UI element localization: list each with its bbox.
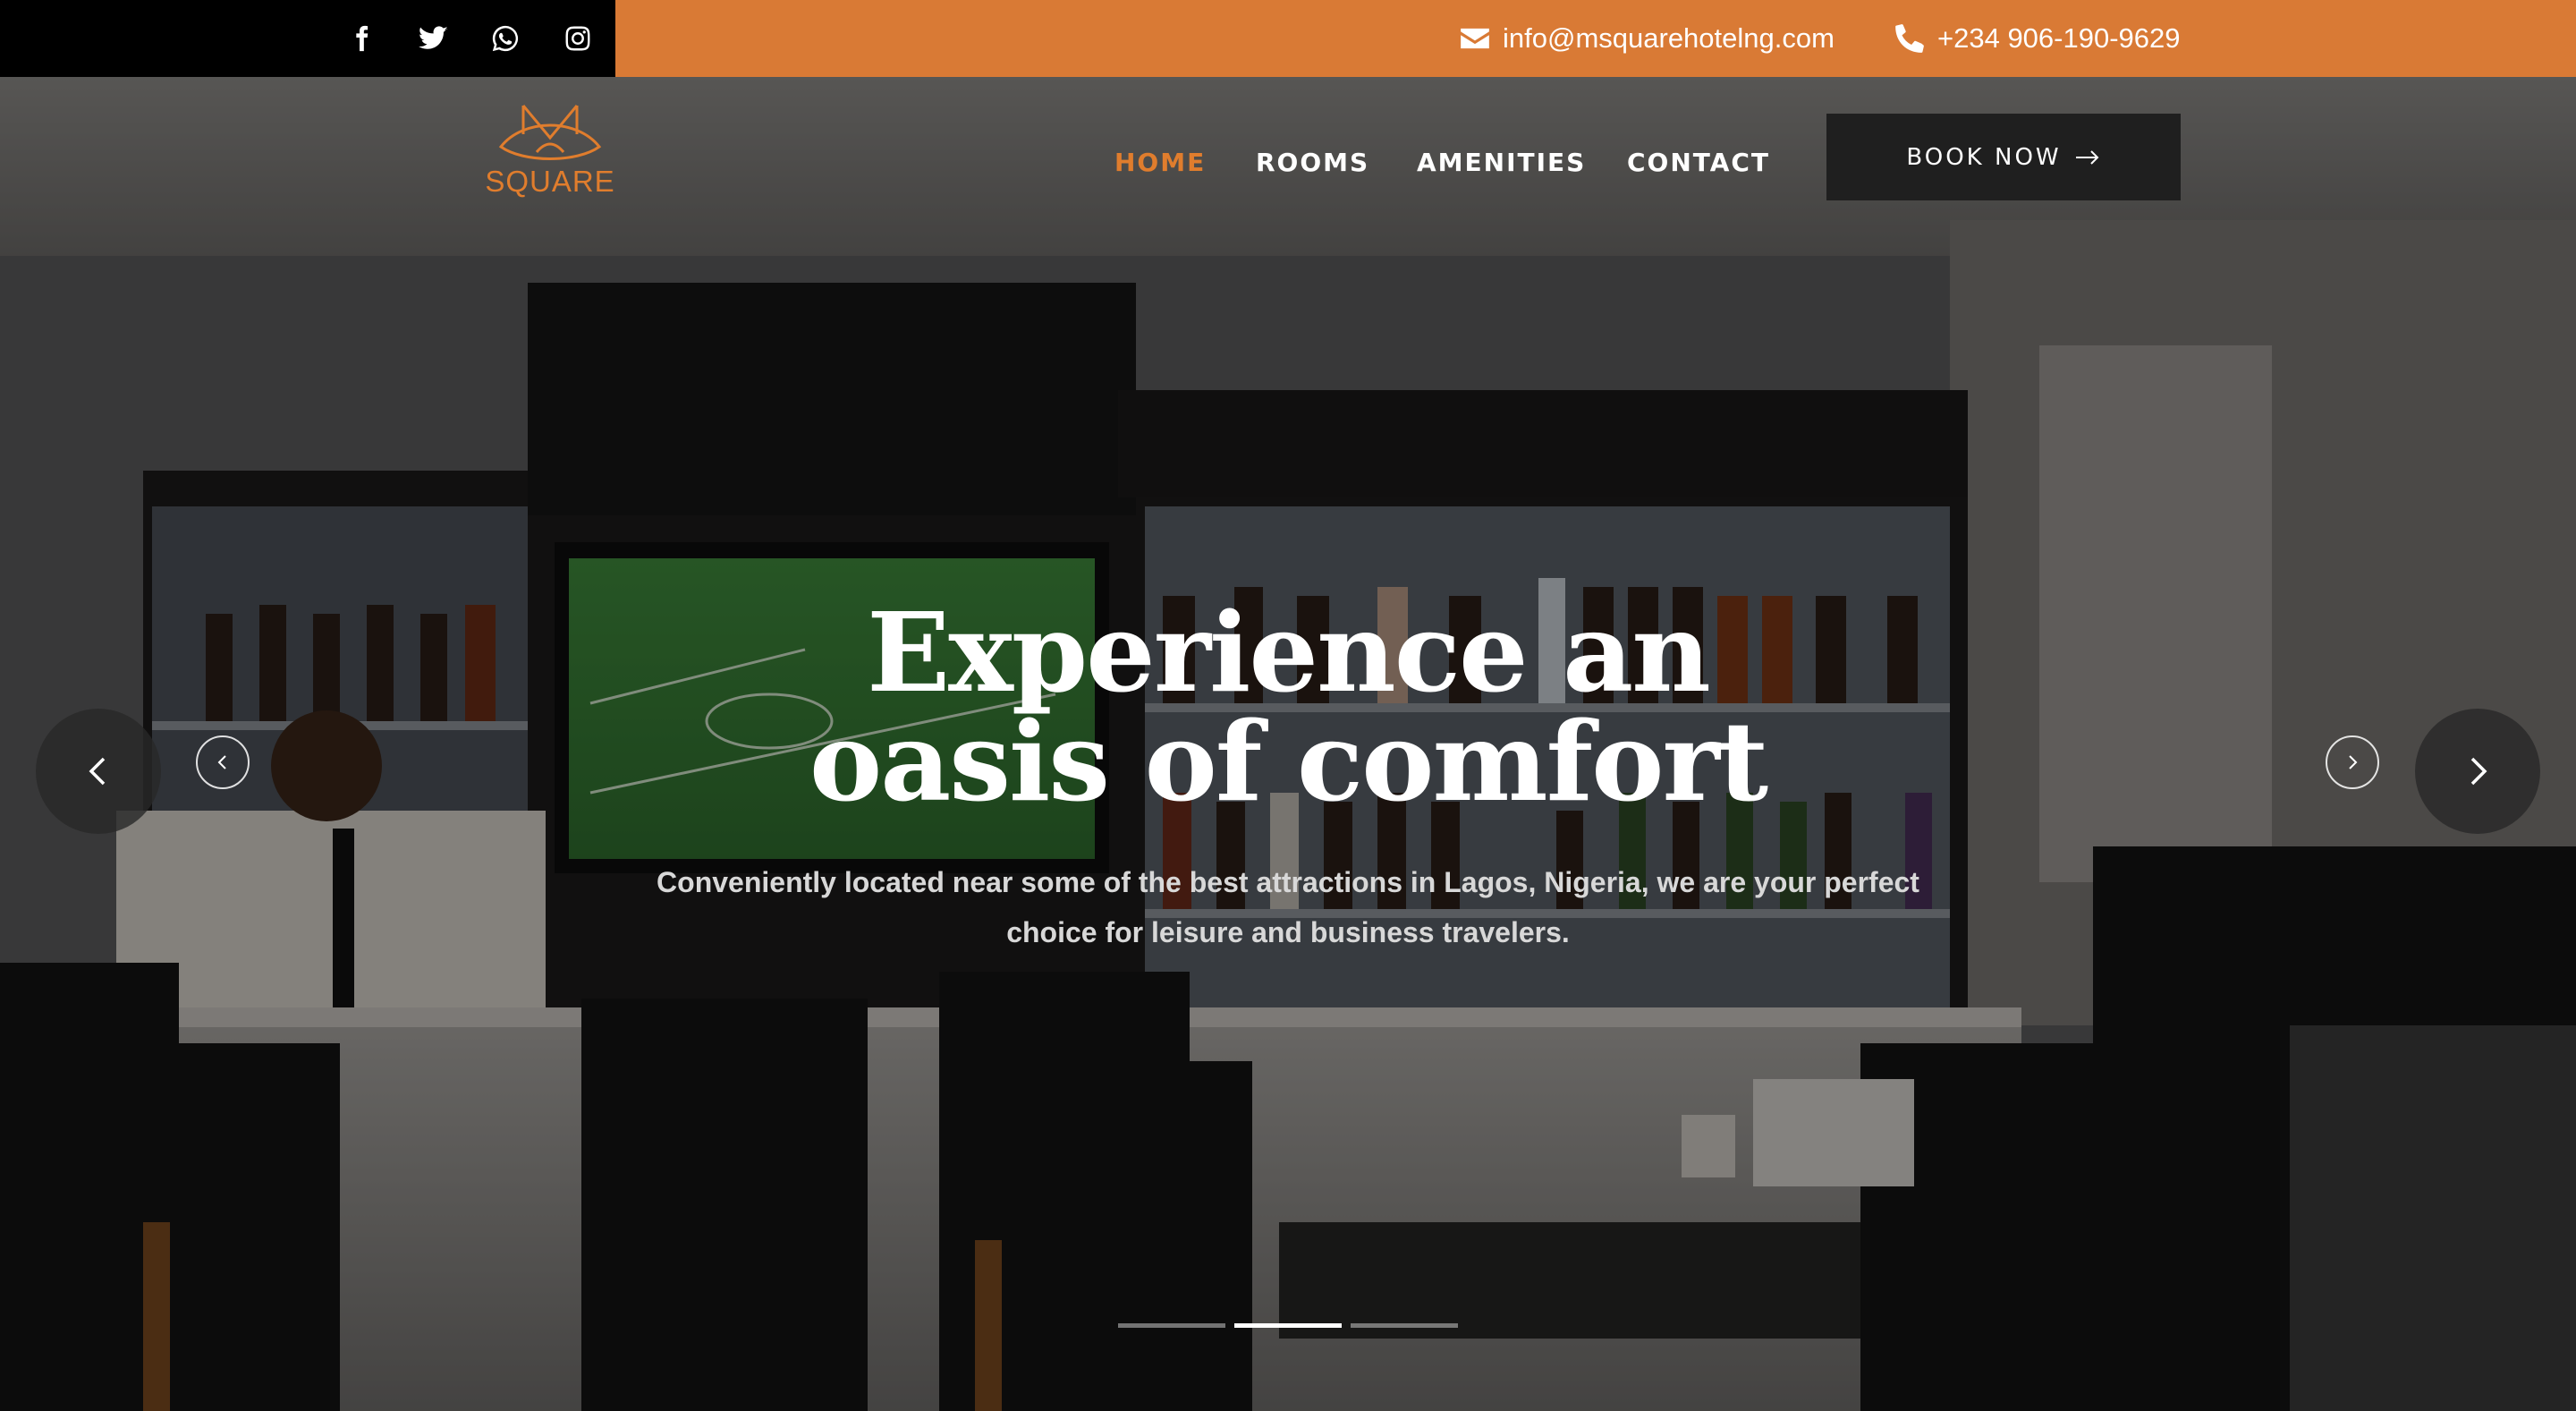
- nav-contact[interactable]: CONTACT: [1627, 148, 1770, 177]
- slider-next-button[interactable]: [2415, 709, 2540, 834]
- envelope-icon: [1461, 28, 1489, 49]
- logo-mark-icon: [498, 105, 602, 160]
- slider-prev-small-button[interactable]: [196, 735, 250, 789]
- social-bar: [0, 0, 615, 77]
- twitter-icon[interactable]: [417, 21, 451, 55]
- instagram-icon[interactable]: [561, 21, 595, 55]
- phone-link[interactable]: +234 906-190-9629: [1893, 0, 2181, 77]
- top-contact-bar: info@msquarehotelng.com +234 906-190-962…: [0, 0, 2576, 77]
- slider-dot-3[interactable]: [1351, 1323, 1458, 1328]
- contact-bar: info@msquarehotelng.com +234 906-190-962…: [615, 0, 2576, 77]
- phone-icon: [1895, 24, 1924, 53]
- hero-headline: Experience an oasis of comfort: [394, 598, 2182, 816]
- slider-dot-2[interactable]: [1234, 1323, 1342, 1328]
- chevron-right-icon: [2470, 757, 2487, 786]
- arrow-right-icon: [2075, 149, 2099, 165]
- chevron-right-small-icon: [2349, 755, 2358, 769]
- chevron-left-small-icon: [217, 755, 226, 769]
- slider-dot-1[interactable]: [1118, 1323, 1225, 1328]
- hero-subtext: Conveniently located near some of the be…: [657, 866, 1919, 948]
- phone-text: +234 906-190-9629: [1937, 22, 2181, 54]
- facebook-icon[interactable]: [344, 21, 378, 55]
- email-text: info@msquarehotelng.com: [1503, 22, 1835, 54]
- nav-home[interactable]: HOME: [1114, 148, 1206, 177]
- nav-rooms[interactable]: ROOMS: [1256, 148, 1369, 177]
- hero-headline-line-2: oasis of comfort: [809, 697, 1768, 826]
- slider-pagination: [1118, 1323, 1458, 1328]
- book-now-label: BOOK NOW: [1906, 143, 2062, 171]
- book-now-button[interactable]: BOOK NOW: [1826, 114, 2181, 200]
- slider-next-small-button[interactable]: [2326, 735, 2379, 789]
- email-link[interactable]: info@msquarehotelng.com: [1458, 0, 1835, 77]
- whatsapp-icon[interactable]: [488, 21, 522, 55]
- logo[interactable]: SQUARE: [483, 100, 617, 199]
- slider-prev-button[interactable]: [36, 709, 161, 834]
- logo-text: SQUARE: [485, 165, 615, 198]
- nav-amenities[interactable]: AMENITIES: [1417, 148, 1586, 177]
- chevron-left-icon: [89, 757, 106, 786]
